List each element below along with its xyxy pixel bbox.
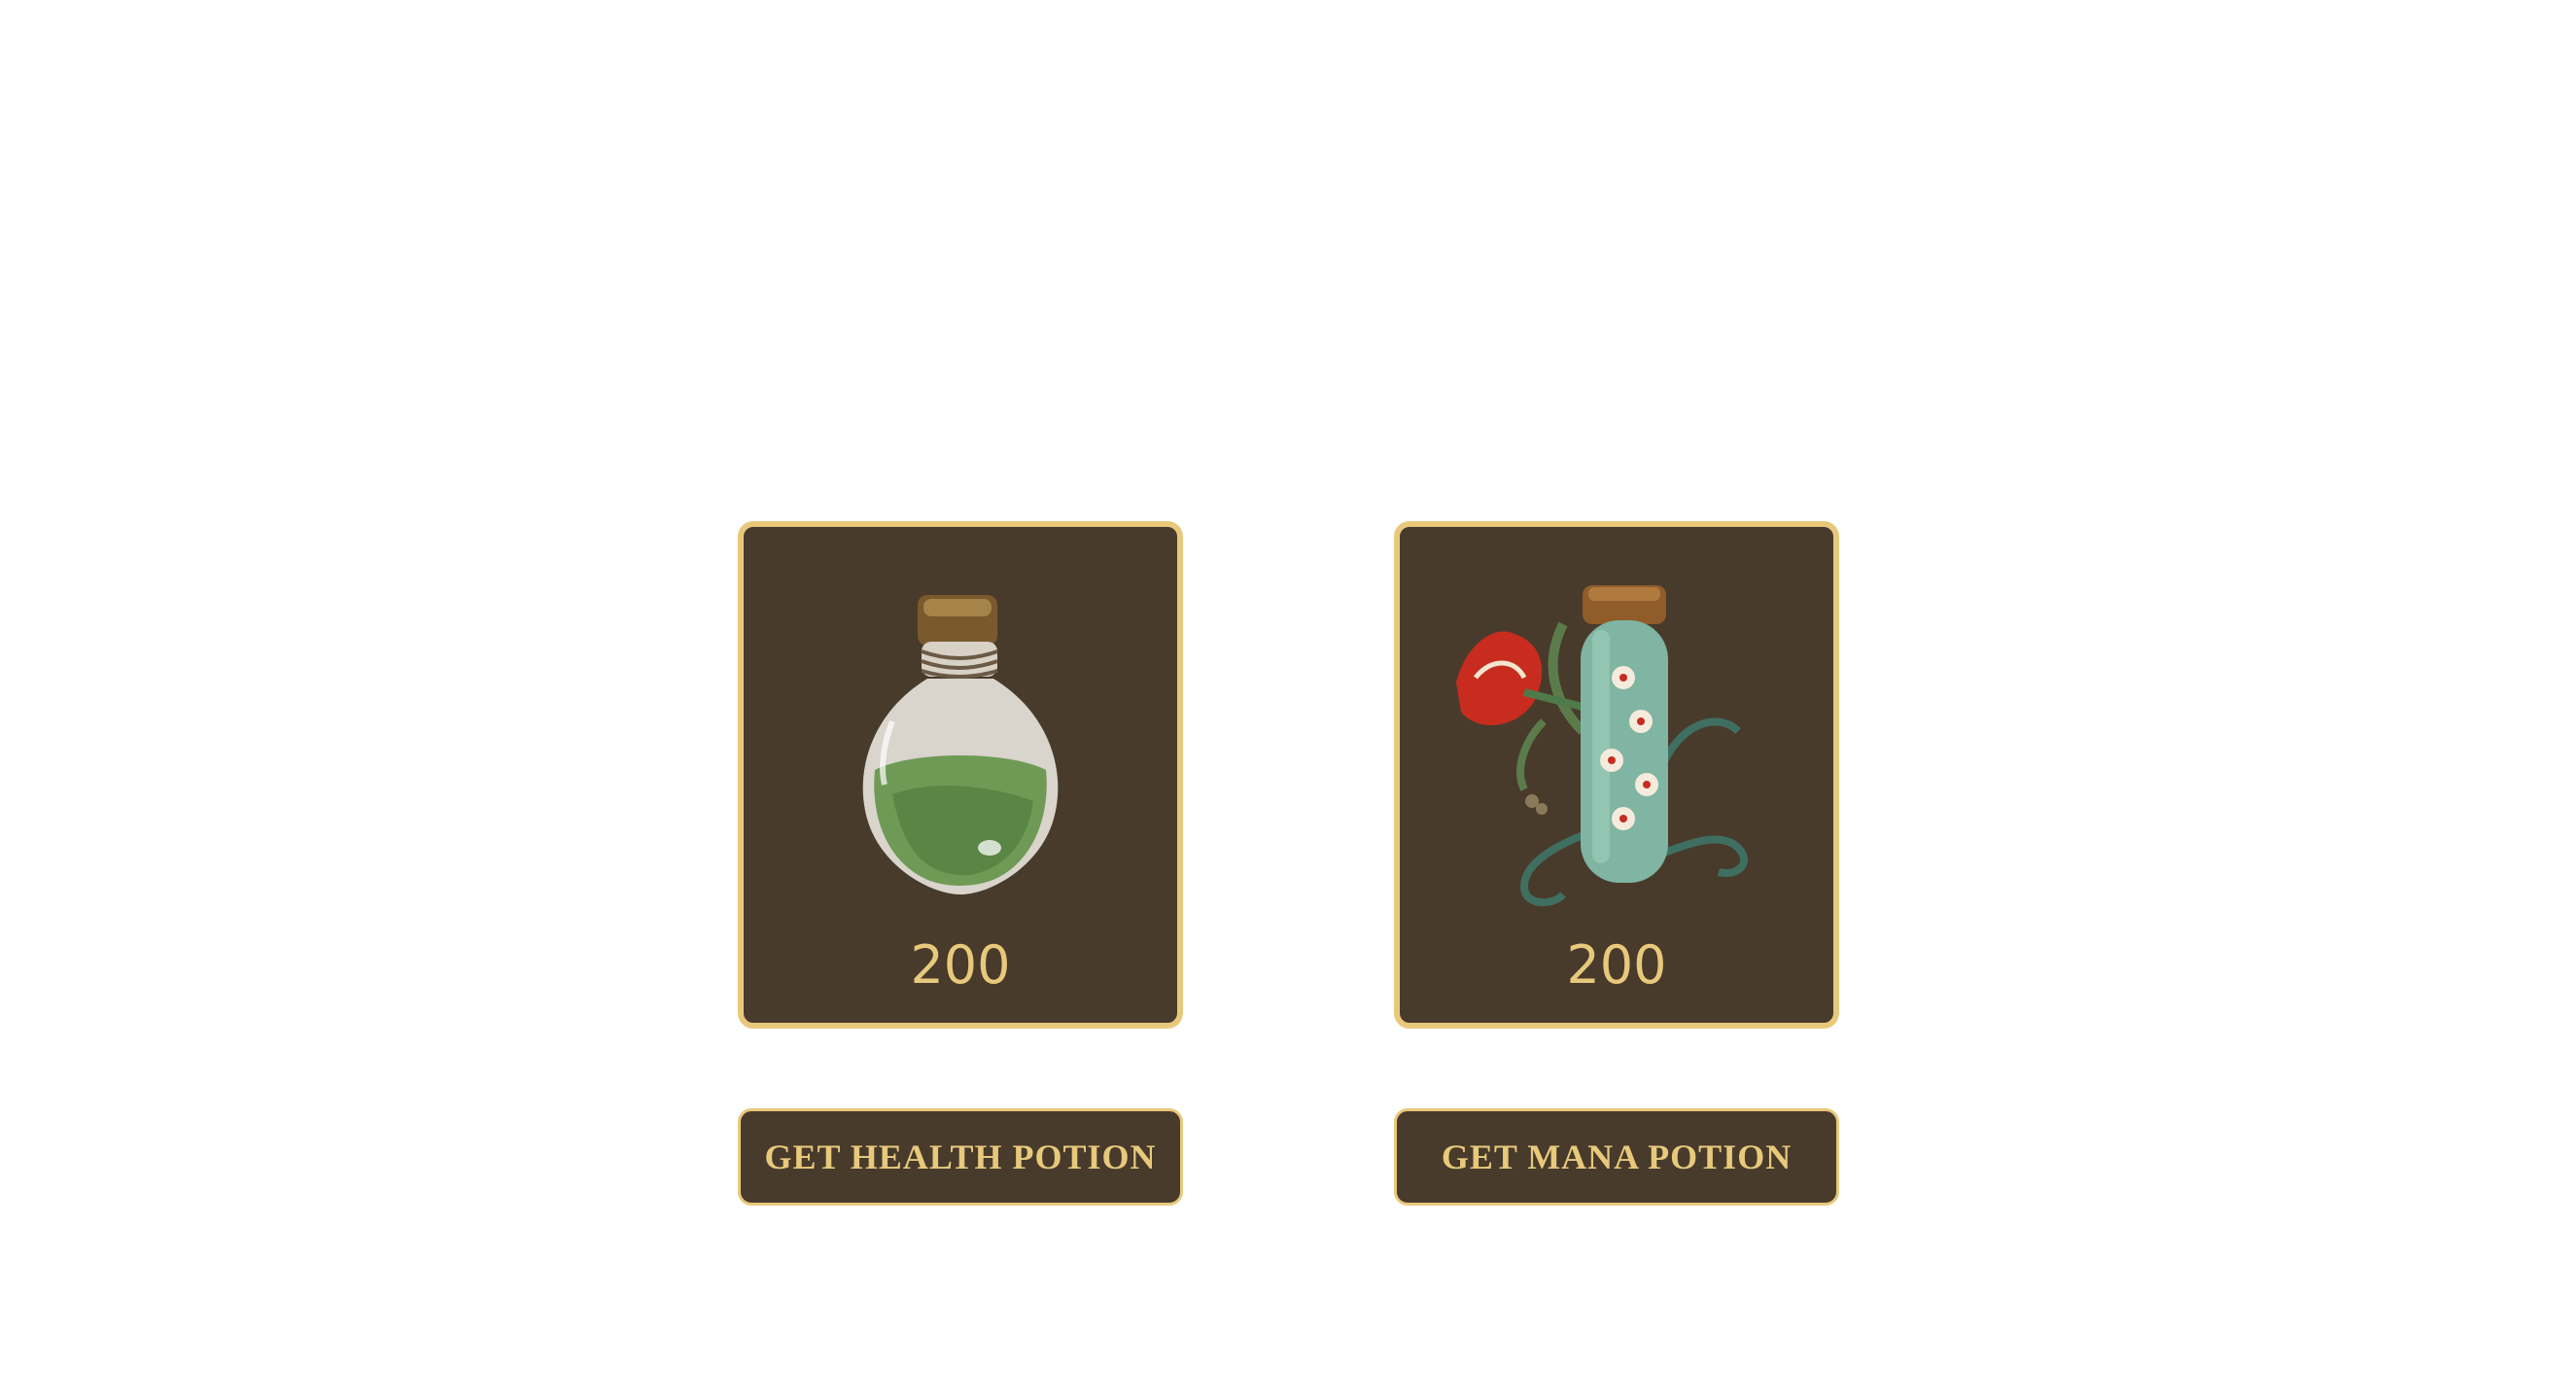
- get-health-potion-button[interactable]: GET HEALTH POTION: [738, 1108, 1183, 1206]
- price-label: 200: [910, 934, 1011, 996]
- health-potion-card: 200: [738, 521, 1183, 1029]
- green-potion-bottle-icon: [862, 595, 1059, 894]
- get-mana-potion-button[interactable]: GET MANA POTION: [1394, 1108, 1839, 1206]
- floral-vial-icon: [1456, 585, 1748, 907]
- mana-potion-card: 200: [1394, 521, 1839, 1029]
- price-label: 200: [1566, 934, 1667, 996]
